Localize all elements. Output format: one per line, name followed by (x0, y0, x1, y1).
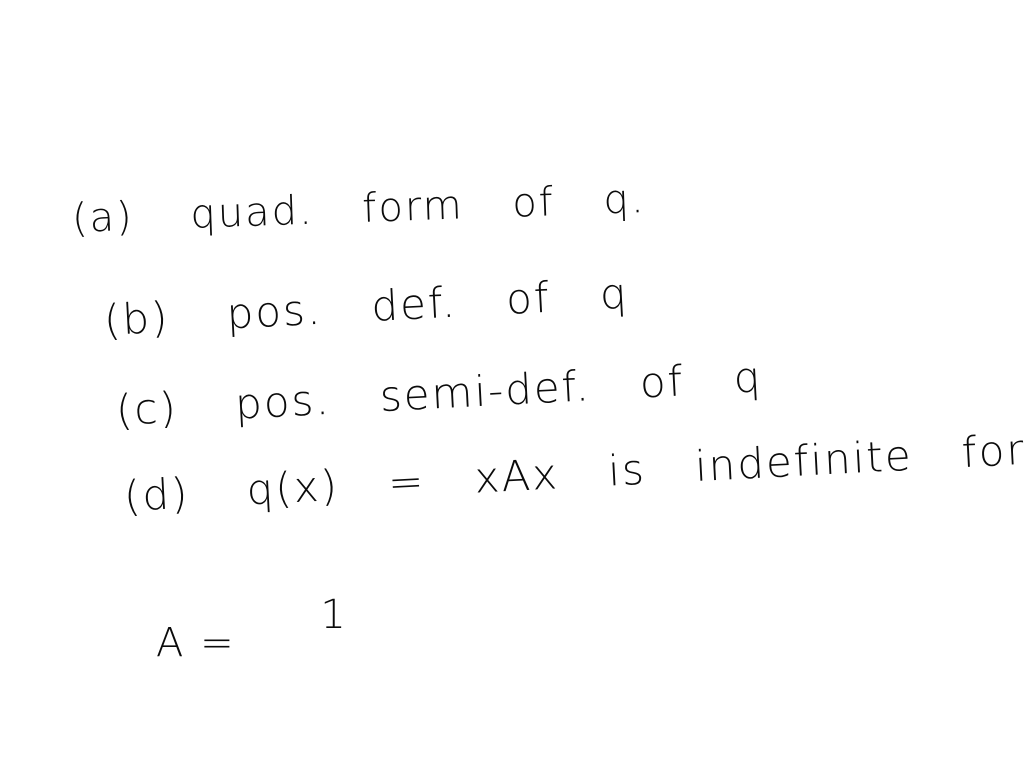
note-line-a: (a) quad. form of q. (71, 176, 646, 242)
item-label: (b) (102, 292, 171, 345)
note-line-c: (c) pos. semi-def. of q (115, 352, 764, 435)
note-text: = (386, 456, 427, 508)
note-text: def. (370, 277, 459, 331)
note-text: q. (602, 175, 647, 224)
note-text: semi-def. (378, 361, 592, 422)
note-text: quad. (189, 187, 315, 238)
note-text: pos. (233, 374, 332, 429)
note-text: of (511, 179, 556, 227)
handwritten-notes-canvas: (a) quad. form of q. (b) pos. def. of q … (0, 0, 1024, 768)
note-text: is (606, 444, 647, 496)
matrix-entry: 1 (320, 592, 348, 638)
matrix-lhs: A = (156, 620, 236, 666)
note-line-b: (b) pos. def. of q (103, 269, 630, 345)
note-text: indefinite (693, 430, 914, 492)
matrix-definition: A = 1 (156, 592, 348, 666)
note-text: q(x) (245, 460, 341, 515)
item-label: (a) (71, 193, 135, 242)
note-text: pos. (225, 284, 324, 339)
note-text: for (960, 424, 1024, 478)
note-text: xAx (473, 449, 561, 503)
note-text: of (504, 272, 552, 324)
note-text: of (638, 356, 686, 408)
note-line-d: (d) q(x) = xAx is indefinite for (123, 425, 1024, 521)
item-label: (d) (122, 468, 191, 521)
note-text: q (598, 268, 630, 319)
note-text: q (732, 352, 764, 403)
note-text: form (361, 182, 465, 232)
item-label: (c) (114, 382, 180, 435)
